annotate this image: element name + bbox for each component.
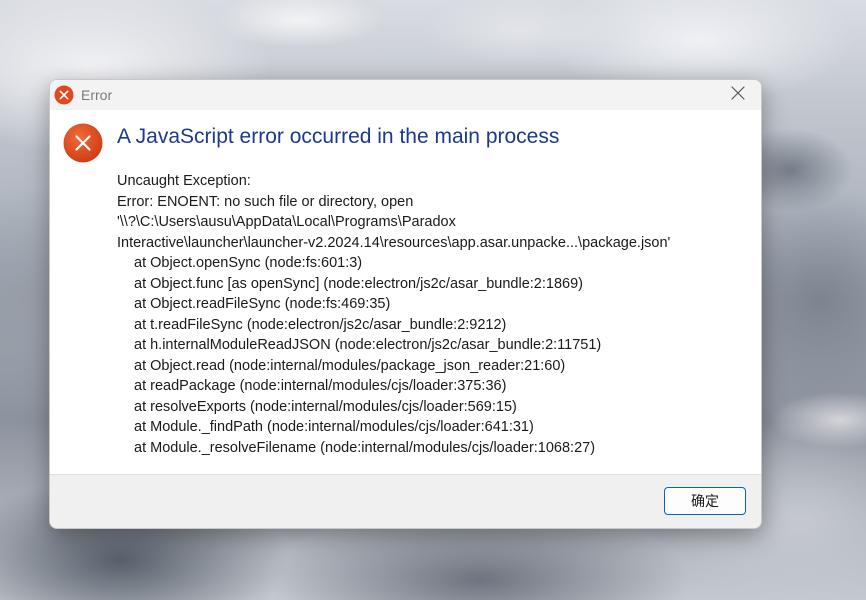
main-instruction: A JavaScript error occurred in the main … [117, 125, 560, 148]
dialog-footer: 确定 [50, 474, 761, 528]
stack-frame: at h.internalModuleReadJSON (node:electr… [134, 337, 602, 353]
stack-frame: at Module._resolveFilename (node:interna… [134, 439, 596, 456]
stack-frame: at readPackage (node:internal/modules/cj… [134, 378, 507, 394]
exception-header: Uncaught Exception: [117, 173, 251, 189]
error-message-line: Interactive\launcher\launcher-v2.2024.14… [117, 234, 671, 251]
error-dialog: Error A JavaScript error occurred in the… [49, 79, 762, 529]
desktop-background: Error A JavaScript error occurred in the… [0, 0, 866, 600]
stack-frame: at Object.func [as openSync] (node:elect… [134, 275, 583, 292]
close-button[interactable] [715, 80, 761, 110]
stack-frame: at Object.readFileSync (node:fs:469:35) [134, 296, 391, 312]
error-icon [54, 85, 74, 105]
ok-button[interactable]: 确定 [664, 487, 746, 515]
stack-frame: at Object.openSync (node:fs:601:3) [134, 255, 363, 271]
dialog-content: A JavaScript error occurred in the main … [50, 110, 761, 474]
dialog-title: Error [81, 87, 113, 103]
stack-frame: at Module._findPath (node:internal/modul… [134, 419, 534, 435]
stack-frame: at resolveExports (node:internal/modules… [134, 398, 517, 415]
stack-frame: at Object.read (node:internal/modules/pa… [134, 357, 566, 374]
stack-frame: at t.readFileSync (node:electron/js2c/as… [134, 316, 507, 333]
error-message-line: '\\?\C:\Users\ausu\AppData\Local\Program… [117, 214, 456, 230]
error-details: Uncaught Exception: Error: ENOENT: no su… [117, 171, 670, 458]
close-icon [731, 85, 745, 105]
error-icon [63, 123, 103, 163]
error-message-line: Error: ENOENT: no such file or directory… [117, 193, 414, 210]
dialog-titlebar[interactable]: Error [50, 80, 761, 110]
